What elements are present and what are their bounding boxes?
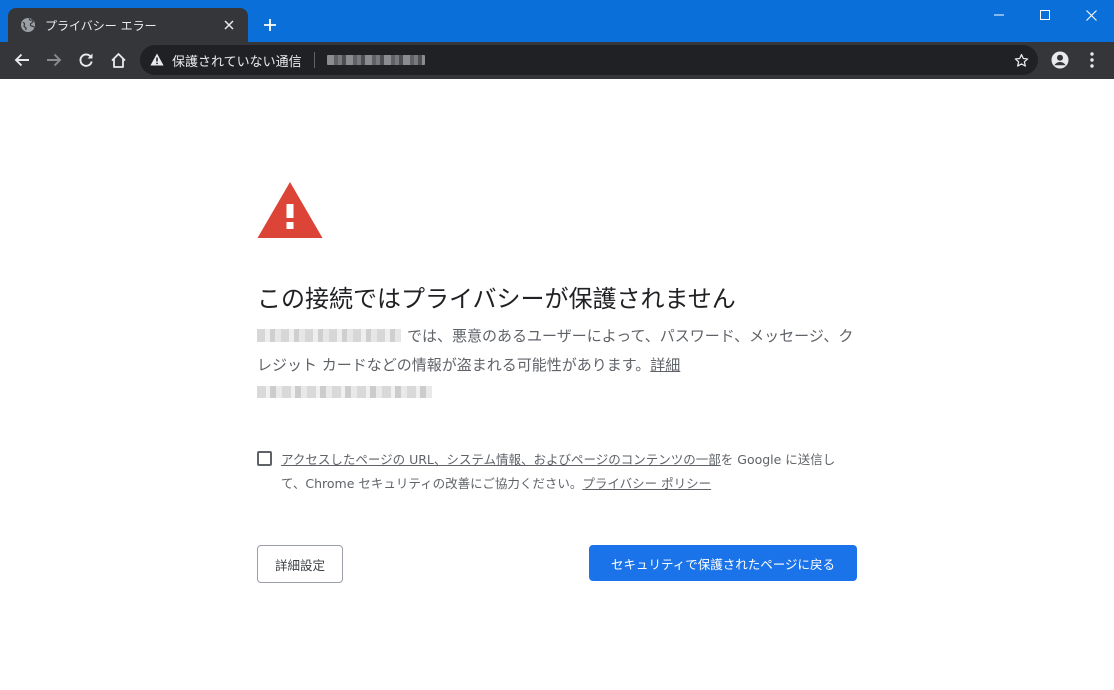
interstitial-page: この接続ではプライバシーが保護されません では、悪意のあるユーザーによって、パス… <box>0 79 1114 690</box>
error-code-redacted <box>257 386 432 398</box>
kebab-menu-icon[interactable] <box>1078 46 1106 74</box>
window-close-icon[interactable] <box>1068 0 1114 30</box>
address-bar[interactable]: 保護されていない通信 <box>140 45 1038 75</box>
extended-reporting-option: アクセスしたページの URL、システム情報、およびページのコンテンツの一部を G… <box>257 448 857 496</box>
url-text-redacted <box>326 55 425 65</box>
warning-icon <box>257 182 323 238</box>
close-icon[interactable] <box>220 16 238 34</box>
plus-icon[interactable] <box>259 14 281 36</box>
security-label: 保護されていない通信 <box>172 54 302 70</box>
maximize-icon[interactable] <box>1022 0 1068 30</box>
reload-icon[interactable] <box>72 46 100 74</box>
url-separator <box>313 52 315 68</box>
privacy-policy-link[interactable]: プライバシー ポリシー <box>582 476 711 491</box>
extended-reporting-text: アクセスしたページの URL、システム情報、およびページのコンテンツの一部を G… <box>281 448 857 496</box>
page-title: この接続ではプライバシーが保護されません <box>257 285 736 313</box>
browser-toolbar: 保護されていない通信 <box>0 42 1114 79</box>
home-icon[interactable] <box>104 46 132 74</box>
star-icon[interactable] <box>1012 51 1030 69</box>
reporting-details-link[interactable]: アクセスしたページの URL、システム情報、およびページのコンテンツの一部 <box>281 452 721 467</box>
security-chip[interactable]: 保護されていない通信 <box>150 51 302 70</box>
arrow-left-icon[interactable] <box>8 46 36 74</box>
account-icon[interactable] <box>1046 46 1074 74</box>
tab-strip: プライバシー エラー <box>0 0 1114 42</box>
extended-reporting-checkbox[interactable] <box>257 451 272 466</box>
globe-icon <box>20 17 36 33</box>
learn-more-link[interactable]: 詳細 <box>650 356 680 374</box>
minimize-icon[interactable] <box>976 0 1022 30</box>
active-tab[interactable]: プライバシー エラー <box>8 8 248 42</box>
arrow-right-icon[interactable] <box>40 46 68 74</box>
hostname-redacted <box>257 329 401 342</box>
advanced-button[interactable]: 詳細設定 <box>257 545 343 583</box>
main-message: では、悪意のあるユーザーによって、パスワード、メッセージ、クレジット カードなど… <box>257 322 857 380</box>
tab-title: プライバシー エラー <box>45 18 157 33</box>
warning-icon <box>150 51 164 70</box>
back-to-safety-button[interactable]: セキュリティで保護されたページに戻る <box>589 545 857 581</box>
